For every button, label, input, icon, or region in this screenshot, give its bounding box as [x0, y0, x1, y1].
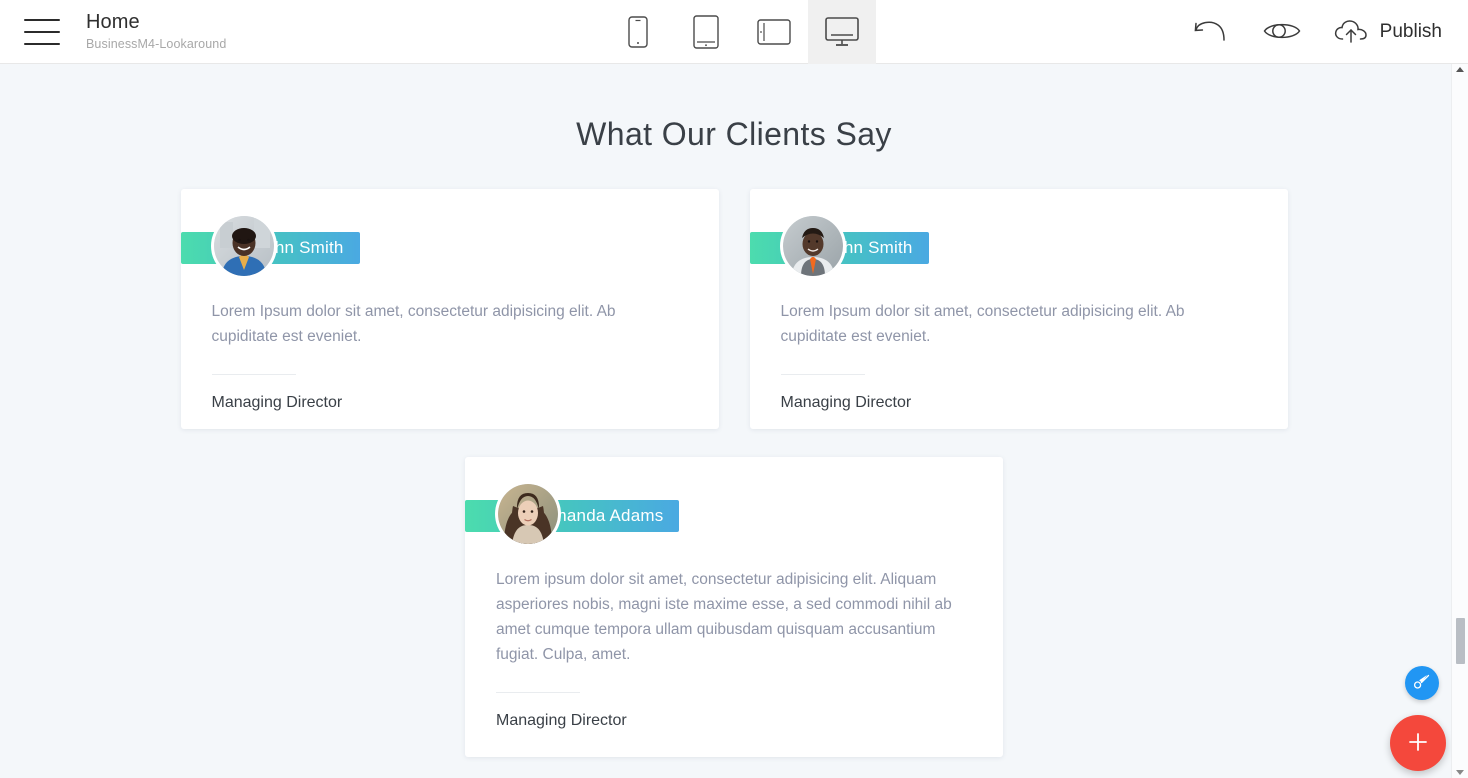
publish-button[interactable]: Publish: [1333, 14, 1442, 51]
hamburger-line: [24, 42, 60, 45]
hamburger-line: [24, 18, 60, 21]
testimonial-identity: John Smith: [749, 216, 1288, 280]
card-divider: [780, 374, 865, 375]
scrollbar-thumb[interactable]: [1456, 618, 1465, 664]
hamburger-icon[interactable]: [24, 18, 60, 45]
testimonial-identity: Amanda Adams: [465, 484, 1003, 548]
site-name: BusinessM4-Lookaround: [86, 37, 227, 52]
device-button-desktop[interactable]: [808, 0, 876, 64]
undo-icon: [1193, 19, 1227, 46]
card-divider: [496, 692, 580, 693]
testimonial-card[interactable]: John Smith Lorem Ipsum dolor sit amet, c…: [180, 189, 719, 429]
testimonial-card[interactable]: Amanda Adams Lorem ipsum dolor sit amet,…: [465, 457, 1003, 757]
testimonial-role: Managing Director: [211, 394, 343, 411]
vertical-scrollbar[interactable]: [1451, 64, 1468, 778]
style-brush-button[interactable]: [1405, 666, 1439, 700]
testimonial-quote: Lorem Ipsum dolor sit amet, consectetur …: [780, 303, 1185, 345]
top-toolbar: Home BusinessM4-Lookaround Publish: [0, 0, 1468, 64]
plus-icon: [1406, 730, 1430, 757]
device-button-mobile[interactable]: [604, 0, 672, 64]
testimonial-card[interactable]: John Smith Lorem Ipsum dolor sit amet, c…: [749, 189, 1288, 429]
avatar: [782, 216, 843, 276]
testimonials-row-2: Amanda Adams Lorem ipsum dolor sit amet,…: [0, 457, 1468, 757]
device-button-tablet-landscape[interactable]: [740, 0, 808, 64]
device-selector: [604, 0, 876, 64]
section-title: What Our Clients Say: [576, 116, 892, 152]
testimonial-name: Amanda Adams: [541, 506, 664, 525]
paintbrush-icon: [1413, 673, 1431, 694]
publish-label: Publish: [1379, 21, 1442, 42]
testimonial-role: Managing Director: [780, 394, 912, 411]
scroll-up-arrow-icon[interactable]: [1456, 67, 1464, 72]
undo-button[interactable]: [1189, 15, 1231, 50]
testimonial-quote: Lorem ipsum dolor sit amet, consectetur …: [496, 571, 952, 663]
tablet-landscape-icon: [757, 19, 791, 45]
toolbar-left-group: Home BusinessM4-Lookaround: [0, 11, 226, 51]
desktop-icon: [825, 17, 859, 47]
page-canvas: What Our Clients Say John Smith Lorem Ip…: [0, 64, 1468, 778]
testimonial-quote: Lorem Ipsum dolor sit amet, consectetur …: [211, 303, 616, 345]
cloud-upload-icon: [1333, 18, 1369, 47]
add-block-button[interactable]: [1390, 715, 1446, 771]
card-divider: [211, 374, 296, 375]
avatar: [498, 484, 558, 544]
hamburger-line: [24, 30, 60, 33]
avatar: [213, 216, 274, 276]
preview-button[interactable]: [1259, 15, 1305, 50]
testimonials-row-1: John Smith Lorem Ipsum dolor sit amet, c…: [0, 189, 1468, 429]
toolbar-right-group: Publish: [1189, 0, 1442, 64]
scroll-down-arrow-icon[interactable]: [1456, 770, 1464, 775]
device-button-tablet[interactable]: [672, 0, 740, 64]
tablet-portrait-icon: [693, 15, 719, 49]
page-meta: Home BusinessM4-Lookaround: [86, 11, 226, 51]
testimonial-role: Managing Director: [496, 712, 627, 729]
testimonial-identity: John Smith: [180, 216, 719, 280]
eye-preview-icon: [1263, 19, 1301, 46]
page-title: Home: [86, 11, 140, 34]
mobile-icon: [628, 16, 648, 48]
